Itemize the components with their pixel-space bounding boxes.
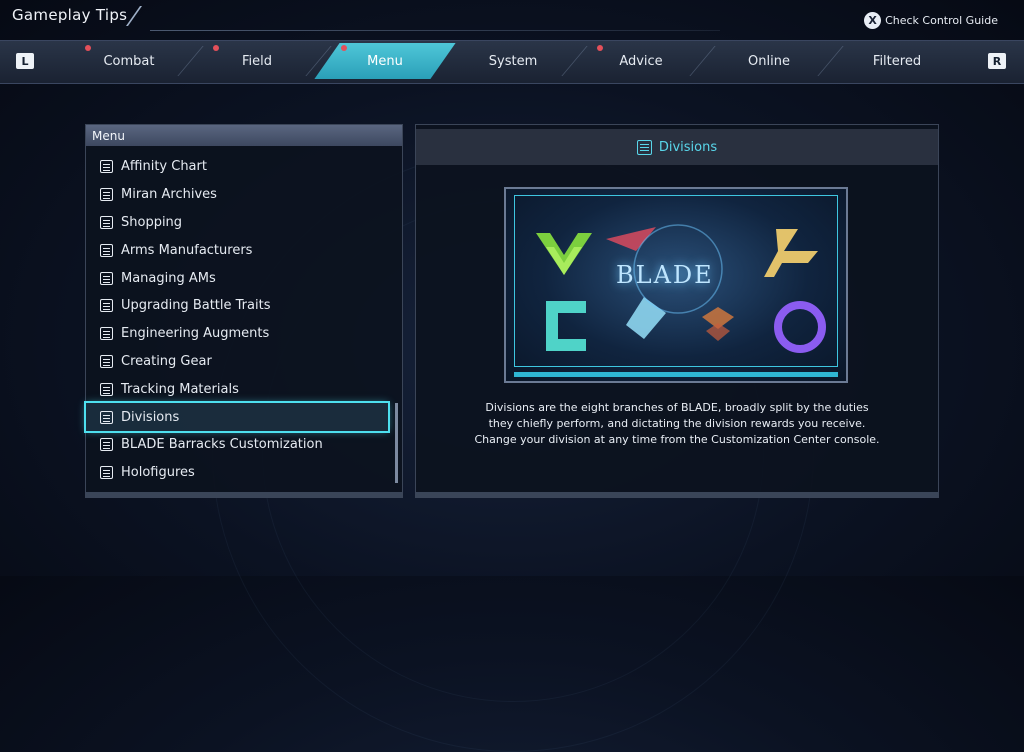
detail-header: Divisions bbox=[416, 129, 938, 165]
document-icon bbox=[100, 438, 113, 452]
control-guide-button[interactable]: X Check Control Guide bbox=[864, 12, 998, 29]
tab-online[interactable]: Online bbox=[705, 40, 844, 82]
tab-system[interactable]: System bbox=[449, 40, 588, 82]
tab-filtered[interactable]: Filtered bbox=[833, 40, 961, 82]
list-item-label: Managing AMs bbox=[121, 270, 216, 286]
list-item-label: Creating Gear bbox=[121, 353, 212, 369]
document-icon bbox=[100, 271, 113, 285]
description-line: Divisions are the eight branches of BLAD… bbox=[485, 401, 869, 414]
document-icon bbox=[100, 188, 113, 202]
cyan-diamond-emblem bbox=[626, 297, 666, 339]
list-item[interactable]: Creating Gear bbox=[86, 348, 396, 376]
teal-c-emblem bbox=[546, 301, 586, 351]
tab-field[interactable]: Field bbox=[193, 40, 332, 82]
list-item[interactable]: Managing AMs bbox=[86, 264, 396, 292]
tab-label: Online bbox=[748, 53, 790, 69]
detail-description: Divisions are the eight branches of BLAD… bbox=[436, 400, 918, 448]
new-indicator-dot bbox=[341, 45, 347, 51]
purple-ring-emblem bbox=[774, 301, 826, 353]
tab-advice[interactable]: Advice bbox=[577, 40, 716, 82]
tab-menu[interactable]: Menu bbox=[314, 40, 456, 82]
list-item-label: Miran Archives bbox=[121, 187, 217, 203]
description-line: Change your division at any time from th… bbox=[474, 433, 880, 446]
list-item-label: Engineering Augments bbox=[121, 326, 270, 342]
document-icon bbox=[100, 466, 113, 480]
tip-detail-panel: Divisions BLADE Divisions are the eight … bbox=[415, 124, 939, 498]
list-item[interactable]: Affinity Chart bbox=[86, 153, 396, 181]
document-icon bbox=[100, 215, 113, 229]
divisions-illustration: BLADE bbox=[504, 187, 848, 383]
tips-list: Affinity Chart Miran Archives Shopping A… bbox=[84, 153, 396, 487]
tab-label: Menu bbox=[367, 53, 403, 69]
tab-label: Combat bbox=[103, 53, 155, 69]
list-item[interactable]: Engineering Augments bbox=[86, 320, 396, 348]
document-icon bbox=[100, 299, 113, 313]
panel-footer bbox=[416, 492, 938, 497]
list-item[interactable]: Miran Archives bbox=[86, 181, 396, 209]
new-indicator-dot bbox=[213, 45, 219, 51]
list-item-label: Divisions bbox=[121, 409, 180, 425]
list-item[interactable]: Upgrading Battle Traits bbox=[86, 292, 396, 320]
list-item-label: Upgrading Battle Traits bbox=[121, 298, 271, 314]
tab-label: System bbox=[488, 53, 538, 69]
orange-diamond-small bbox=[706, 323, 730, 341]
document-icon bbox=[100, 354, 113, 368]
tab-label: Filtered bbox=[872, 53, 922, 69]
document-icon bbox=[100, 327, 113, 341]
yellow-y-emblem bbox=[764, 229, 818, 277]
blade-logo-text: BLADE bbox=[616, 261, 714, 289]
document-icon bbox=[100, 410, 113, 424]
x-button-icon: X bbox=[864, 12, 882, 29]
list-item[interactable]: Tracking Materials bbox=[86, 375, 396, 403]
document-icon bbox=[636, 139, 652, 155]
header-divider bbox=[150, 30, 720, 31]
tab-label: Advice bbox=[619, 53, 663, 69]
new-indicator-dot bbox=[85, 45, 91, 51]
list-item-label: Holofigures bbox=[121, 465, 195, 481]
tab-label: Field bbox=[241, 53, 272, 69]
control-guide-label: Check Control Guide bbox=[885, 14, 998, 27]
panel-footer bbox=[86, 492, 402, 497]
scrollbar[interactable] bbox=[395, 403, 398, 483]
list-item-label: BLADE Barracks Customization bbox=[121, 437, 323, 453]
red-swoosh-emblem bbox=[606, 227, 656, 251]
tab-combat[interactable]: Combat bbox=[65, 40, 204, 82]
list-item[interactable]: Shopping bbox=[86, 209, 396, 237]
list-item-label: Shopping bbox=[121, 214, 183, 230]
document-icon bbox=[100, 160, 113, 174]
description-line: they chiefly perform, and dictating the … bbox=[488, 417, 866, 430]
list-item[interactable]: Holofigures bbox=[86, 459, 396, 487]
list-item-label: Arms Manufacturers bbox=[121, 242, 253, 258]
list-item[interactable]: Arms Manufacturers bbox=[86, 236, 396, 264]
title-slash-decoration bbox=[125, 6, 143, 26]
new-indicator-dot bbox=[597, 45, 603, 51]
illustration-bar bbox=[514, 372, 838, 377]
list-item[interactable]: BLADE Barracks Customization bbox=[86, 431, 396, 459]
document-icon bbox=[100, 382, 113, 396]
list-item-label: Affinity Chart bbox=[121, 159, 207, 175]
tips-list-panel: Menu Affinity Chart Miran Archives Shopp… bbox=[84, 124, 403, 498]
r-shoulder-icon[interactable]: R bbox=[988, 53, 1006, 69]
list-header: Menu bbox=[86, 125, 402, 146]
page-title: Gameplay Tips bbox=[12, 6, 128, 24]
list-item-label: Tracking Materials bbox=[121, 381, 239, 397]
detail-title: Divisions bbox=[658, 139, 718, 155]
l-shoulder-icon[interactable]: L bbox=[16, 53, 34, 69]
document-icon bbox=[100, 243, 113, 257]
list-item-selected[interactable]: Divisions bbox=[84, 401, 390, 433]
